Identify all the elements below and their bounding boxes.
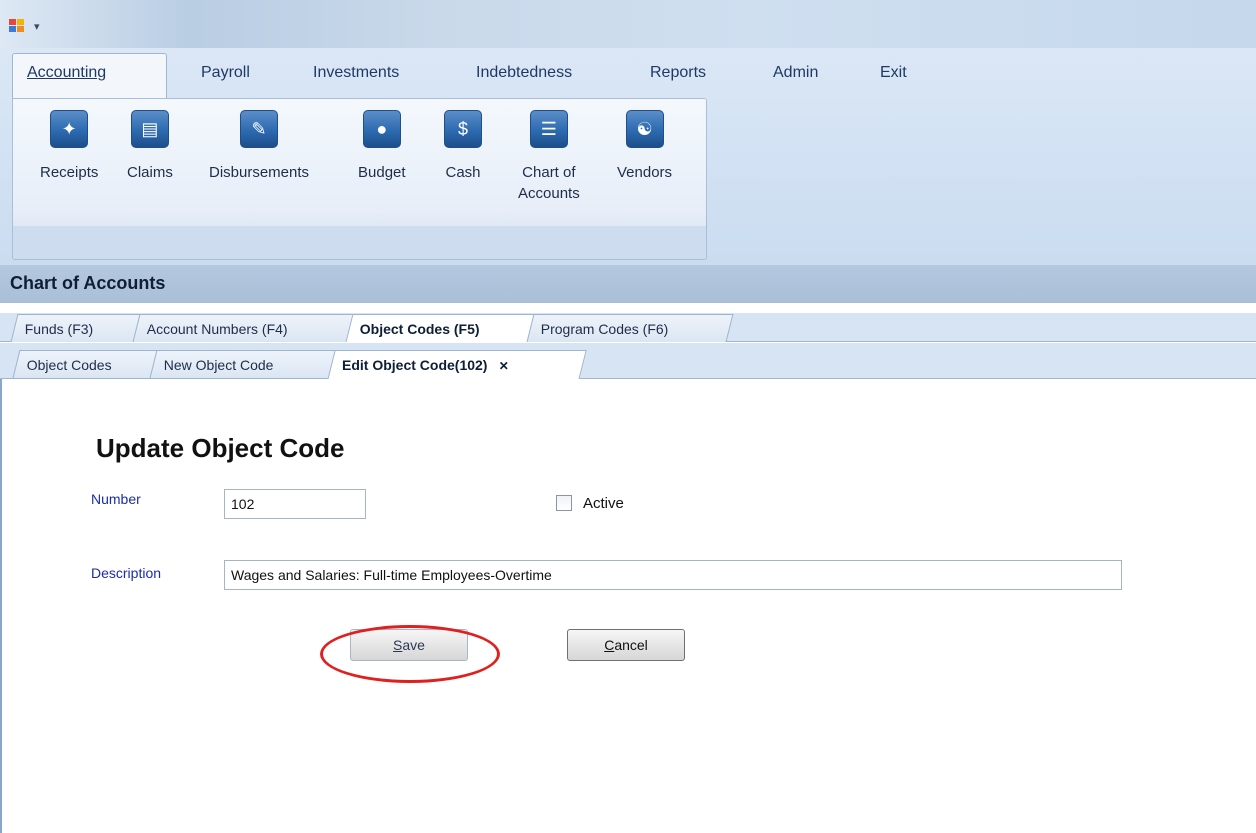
- ribbon-panel-footer: [13, 226, 706, 258]
- active-checkbox[interactable]: [556, 495, 572, 511]
- number-label: Number: [91, 491, 141, 507]
- vendors-button[interactable]: ☯ Vendors: [617, 110, 672, 183]
- title-bar: ▾: [0, 0, 1256, 48]
- budget-label: Budget: [358, 164, 406, 181]
- cancel-button[interactable]: Cancel: [567, 629, 685, 661]
- section-title: Chart of Accounts: [10, 273, 166, 293]
- cash-label: Cash: [445, 164, 481, 181]
- tab-object-codes[interactable]: Object Codes (F5): [345, 314, 536, 342]
- active-label: Active: [583, 495, 624, 512]
- menu-indebtedness[interactable]: Indebtedness: [476, 64, 572, 82]
- tab-edit-object-code[interactable]: Edit Object Code(102) ✕: [327, 350, 587, 380]
- tab-funds[interactable]: Funds (F3): [10, 314, 142, 342]
- close-icon[interactable]: ✕: [499, 352, 509, 380]
- tab-new-object-code[interactable]: New Object Code: [149, 350, 337, 378]
- budget-piggy-bank-icon: ●: [362, 110, 401, 148]
- page-title: Update Object Code: [96, 433, 345, 463]
- claims-button[interactable]: ▤ Claims: [127, 110, 173, 183]
- cash-icon: $: [444, 110, 482, 148]
- disbursements-button[interactable]: ✎ Disbursements: [209, 110, 309, 183]
- tab-account-numbers[interactable]: Account Numbers (F4): [132, 314, 355, 342]
- menu-payroll[interactable]: Payroll: [201, 64, 250, 82]
- budget-button[interactable]: ● Budget: [358, 110, 406, 183]
- tab-object-codes-list[interactable]: Object Codes: [12, 350, 159, 378]
- disbursements-icon: ✎: [240, 110, 279, 148]
- description-field[interactable]: [224, 560, 1122, 590]
- menu-admin[interactable]: Admin: [773, 64, 818, 82]
- vendors-label: Vendors: [617, 164, 673, 181]
- quick-access-dropdown-icon[interactable]: ▾: [34, 20, 40, 33]
- claims-label: Claims: [127, 164, 173, 181]
- description-label: Description: [91, 565, 162, 581]
- app-icon[interactable]: [9, 19, 25, 33]
- tab-program-codes[interactable]: Program Codes (F6): [526, 314, 734, 342]
- chart-of-accounts-icon: ☰: [529, 110, 568, 148]
- vendors-handshake-icon: ☯: [625, 110, 664, 148]
- cash-button[interactable]: $ Cash: [444, 110, 482, 183]
- save-button[interactable]: Save: [350, 629, 468, 661]
- disbursements-label: Disbursements: [209, 164, 310, 181]
- receipts-button[interactable]: ✦ Receipts: [40, 110, 98, 183]
- number-field[interactable]: [224, 489, 366, 519]
- section-header: [0, 265, 1256, 303]
- receipts-icon: ✦: [50, 110, 89, 148]
- menu-investments[interactable]: Investments: [313, 64, 399, 82]
- claims-icon: ▤: [130, 110, 169, 148]
- receipts-label: Receipts: [40, 164, 99, 181]
- menu-reports[interactable]: Reports: [650, 64, 706, 82]
- chart-of-accounts-button[interactable]: ☰ Chart of Accounts: [518, 110, 580, 204]
- menu-accounting[interactable]: Accounting: [27, 64, 106, 82]
- chart-of-accounts-label: Chart of Accounts: [518, 164, 580, 202]
- menu-exit[interactable]: Exit: [880, 64, 907, 82]
